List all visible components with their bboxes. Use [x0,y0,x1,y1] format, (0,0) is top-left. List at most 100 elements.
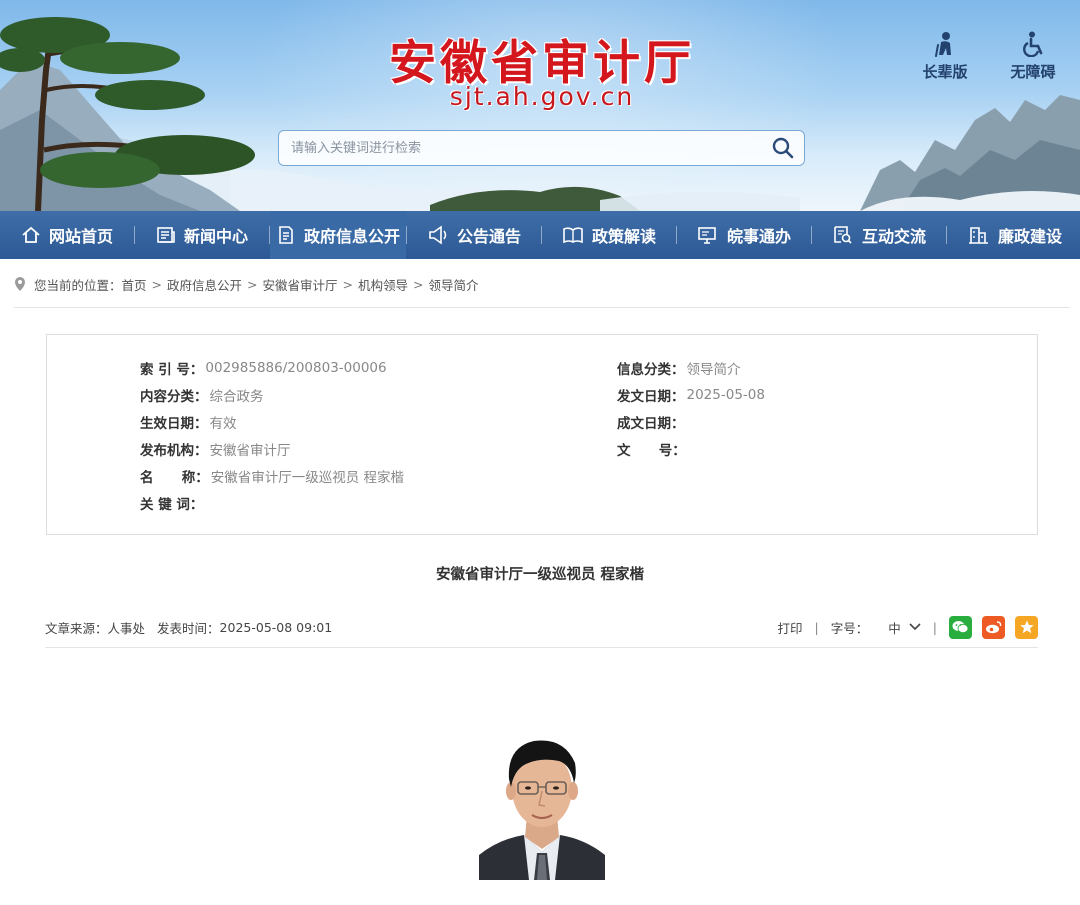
font-size-select[interactable]: 中 [888,618,921,637]
font-size-label: 字号： [830,620,869,636]
meta-keywords: 关 键 词： [140,493,205,513]
nav-item-label: 皖事通办 [726,227,791,246]
nav-item-gov-info[interactable]: 政府信息公开 [270,211,406,259]
meta-key: 索 引 号： [140,362,204,378]
nav-item-services[interactable]: 皖事通办 [677,211,811,259]
print-button[interactable]: 打印 [778,618,803,637]
article-title: 安徽省审计厅一级巡视员 程家楷 [435,566,645,583]
accessibility-button[interactable]: 无障碍 [998,30,1068,82]
meta-key: 名 称： [140,470,209,486]
meta-content-category: 内容分类： 综合政务 [140,385,264,405]
nav-item-policy[interactable]: 政策解读 [542,211,676,259]
breadcrumb-separator: > [247,276,258,292]
search-box [278,130,805,166]
meta-key: 信息分类： [617,362,685,378]
tool-separator: | [814,619,819,635]
home-icon [22,226,40,243]
meta-info-category: 信息分类： 领导简介 [617,358,741,378]
article-info-divider [45,647,1038,648]
share-wechat-button[interactable] [949,615,972,639]
nav-item-notices[interactable]: 公告通告 [407,211,541,259]
site-header: 安徽省审计厅 sjt.ah.gov.cn 长辈版 [0,0,1080,211]
breadcrumb-separator: > [151,276,163,292]
meta-value: 002985886/200803-00006 [205,360,387,376]
meta-key: 发布机构： [140,443,208,459]
meta-value: 有效 [209,416,237,432]
accessibility-label: 无障碍 [1010,63,1056,81]
breadcrumb-separator: > [413,276,424,292]
share-weibo-button[interactable] [982,615,1005,639]
meta-value: 安徽省审计厅一级巡视员 程家楷 [210,470,404,486]
breadcrumb-prefix: 您当前的位置： [34,277,122,293]
search-icon [772,137,794,159]
article-tools: 打印 | 字号： 中 | [778,615,1038,639]
leader-portrait [479,727,605,880]
source-label: 文章来源： [45,620,108,636]
search-input[interactable] [279,131,762,165]
nav-item-label: 网站首页 [48,227,113,246]
source-value: 人事处 [107,620,146,636]
elder-version-button[interactable]: 长辈版 [910,30,980,82]
elder-icon [935,32,951,57]
nav-item-label: 公告通告 [456,227,521,246]
location-pin-icon [14,276,26,292]
document-icon [279,226,293,244]
newspaper-icon [157,227,175,243]
meta-key: 关 键 词： [140,497,204,513]
meta-key: 成文日期： [617,416,685,432]
chat-search-icon [834,226,852,244]
meta-publisher: 发布机构： 安徽省审计厅 [140,439,291,459]
meta-key: 发文日期： [617,389,685,405]
nav-item-news[interactable]: 新闻中心 [135,211,269,259]
favorite-button[interactable] [1015,615,1038,639]
elder-version-label: 长辈版 [922,63,968,81]
main-nav: 网站首页 新闻中心 政府信息公开 公告通告 政策解读 皖事通办 互动交流 廉政建… [0,211,1080,259]
tool-separator: | [932,619,937,635]
meta-value: 安徽省审计厅 [209,443,291,459]
meta-key: 生效日期： [140,416,208,432]
breadcrumb-divider [14,307,1070,308]
publish-time-value: 2025-05-08 09:01 [219,619,333,635]
meta-index-number: 索 引 号： 002985886/200803-00006 [140,358,387,378]
book-icon [563,227,583,244]
meta-effective-date: 生效日期： 有效 [140,412,237,432]
meta-key: 内容分类： [140,389,208,405]
nav-item-label: 新闻中心 [183,227,248,246]
breadcrumb-item-leaders[interactable]: 机构领导 [358,275,408,294]
breadcrumb-item-dept[interactable]: 安徽省审计厅 [263,275,338,294]
meta-issue-date: 发文日期： 2025-05-08 [617,385,765,405]
chevron-down-icon [909,623,921,631]
nav-item-home[interactable]: 网站首页 [0,211,134,259]
article-info-bar: 文章来源： 人事处 发表时间： 2025-05-08 09:01 打印 | 字号… [45,615,1038,639]
breadcrumb-item-home[interactable]: 首页 [122,275,147,294]
weibo-icon [986,621,1002,634]
metadata-box: 索 引 号： 002985886/200803-00006 内容分类： 综合政务 生… [46,334,1038,535]
nav-item-label: 政府信息公开 [303,227,400,246]
breadcrumb-separator: > [342,276,354,292]
breadcrumb: 您当前的位置： 首页 > 政府信息公开 > 安徽省审计厅 > 机构领导 > 领导… [14,274,479,294]
meta-value: 2025-05-08 [686,387,765,403]
nav-item-label: 廉政建设 [997,227,1062,246]
site-domain: sjt.ah.gov.cn [449,82,635,111]
breadcrumb-item-current: 领导简介 [428,277,479,293]
search-button[interactable] [762,131,804,165]
building-icon [968,227,988,244]
nav-item-interaction[interactable]: 互动交流 [812,211,946,259]
wechat-icon [952,621,969,634]
publish-time-label: 发表时间： [157,620,220,636]
meta-value: 领导简介 [686,362,741,378]
monitor-icon [698,227,716,244]
meta-doc-number: 文 号： [617,439,688,459]
wheelchair-icon [1023,31,1043,57]
favorite-icon [1019,620,1034,634]
meta-name: 名 称： 安徽省审计厅一级巡视员 程家楷 [140,466,404,486]
nav-item-integrity[interactable]: 廉政建设 [947,211,1080,259]
breadcrumb-item-gov-info[interactable]: 政府信息公开 [167,275,242,294]
meta-key: 文 号： [617,443,686,459]
meta-value: 综合政务 [209,389,264,405]
meta-written-date: 成文日期： [617,412,687,432]
font-size-value: 中 [888,620,901,636]
nav-item-label: 互动交流 [861,227,926,246]
megaphone-icon [429,225,447,245]
nav-item-label: 政策解读 [591,227,656,246]
